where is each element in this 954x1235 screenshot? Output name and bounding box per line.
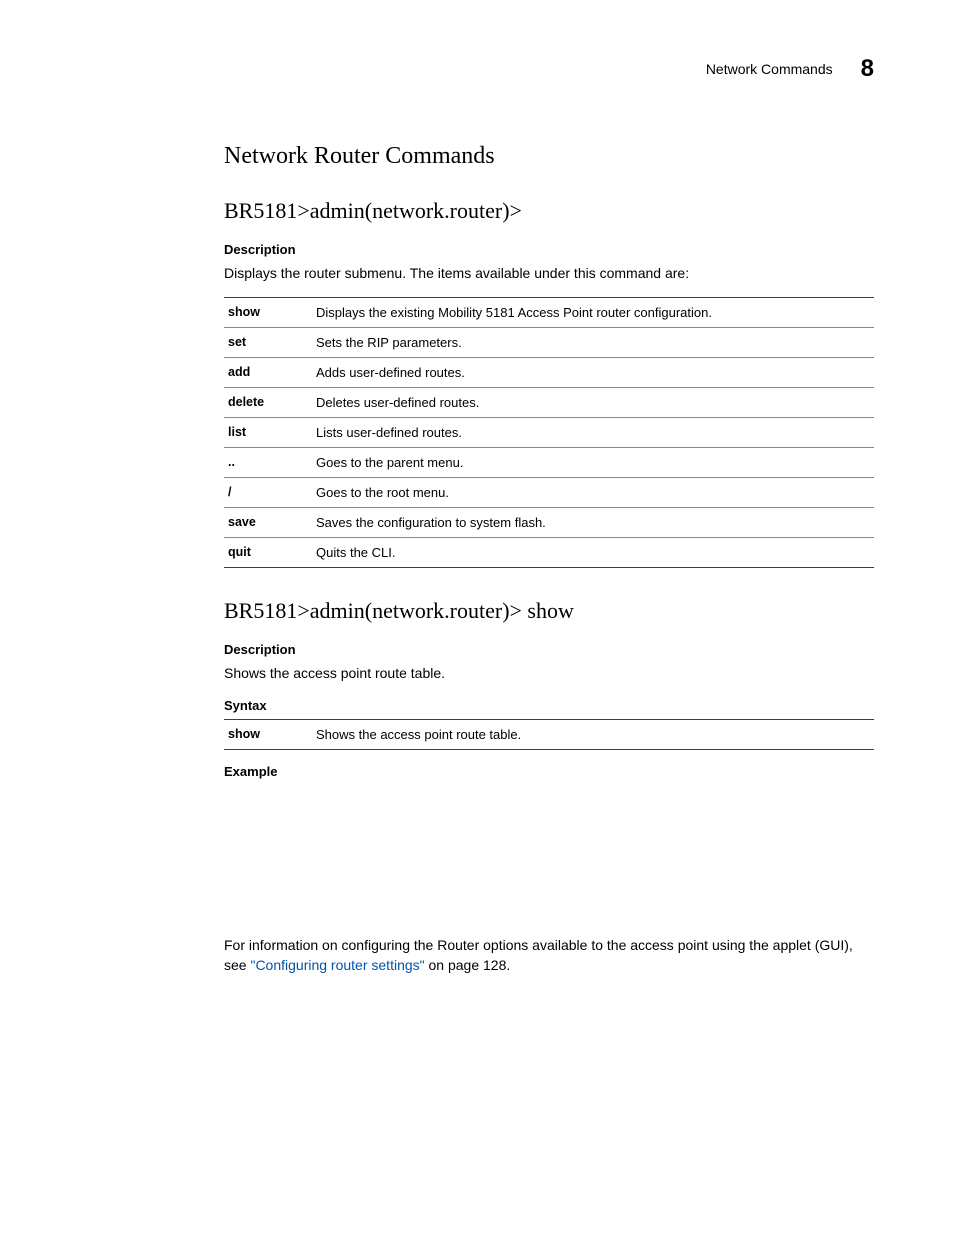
command-desc: Lists user-defined routes.	[312, 418, 874, 448]
command-desc: Goes to the root menu.	[312, 478, 874, 508]
command-desc: Quits the CLI.	[312, 538, 874, 568]
footer-note-suffix: on page 128.	[425, 957, 511, 973]
running-header: Network Commands 8	[224, 55, 874, 83]
command-desc: Sets the RIP parameters.	[312, 328, 874, 358]
table-row: show Displays the existing Mobility 5181…	[224, 298, 874, 328]
syntax-table: show Shows the access point route table.	[224, 719, 874, 750]
example-placeholder	[224, 785, 874, 935]
chapter-number: 8	[861, 55, 874, 83]
command-desc: Saves the configuration to system flash.	[312, 508, 874, 538]
running-header-title: Network Commands	[706, 61, 833, 77]
command-desc: Shows the access point route table.	[312, 719, 874, 749]
table-row: set Sets the RIP parameters.	[224, 328, 874, 358]
command-name: add	[224, 358, 312, 388]
command-desc: Goes to the parent menu.	[312, 448, 874, 478]
table-row: quit Quits the CLI.	[224, 538, 874, 568]
description-label: Description	[224, 242, 874, 257]
command-table: show Displays the existing Mobility 5181…	[224, 297, 874, 568]
table-row: / Goes to the root menu.	[224, 478, 874, 508]
table-row: delete Deletes user-defined routes.	[224, 388, 874, 418]
command-name: ..	[224, 448, 312, 478]
table-row: show Shows the access point route table.	[224, 719, 874, 749]
section-title: Network Router Commands	[224, 143, 874, 170]
syntax-label: Syntax	[224, 698, 874, 713]
command-heading: BR5181>admin(network.router)> show	[224, 598, 874, 624]
description-text: Shows the access point route table.	[224, 663, 874, 683]
command-name: show	[224, 719, 312, 749]
cross-reference-link[interactable]: "Configuring router settings"	[250, 957, 424, 973]
description-label: Description	[224, 642, 874, 657]
command-name: /	[224, 478, 312, 508]
example-label: Example	[224, 764, 874, 779]
command-name: quit	[224, 538, 312, 568]
command-name: delete	[224, 388, 312, 418]
command-heading: BR5181>admin(network.router)>	[224, 198, 874, 224]
command-name: set	[224, 328, 312, 358]
command-desc: Deletes user-defined routes.	[312, 388, 874, 418]
footer-note: For information on configuring the Route…	[224, 935, 874, 976]
table-row: list Lists user-defined routes.	[224, 418, 874, 448]
table-row: add Adds user-defined routes.	[224, 358, 874, 388]
command-name: list	[224, 418, 312, 448]
table-row: save Saves the configuration to system f…	[224, 508, 874, 538]
command-name: save	[224, 508, 312, 538]
command-name: show	[224, 298, 312, 328]
table-row: .. Goes to the parent menu.	[224, 448, 874, 478]
command-desc: Adds user-defined routes.	[312, 358, 874, 388]
command-desc: Displays the existing Mobility 5181 Acce…	[312, 298, 874, 328]
description-text: Displays the router submenu. The items a…	[224, 263, 874, 283]
page: Network Commands 8 Network Router Comman…	[0, 0, 954, 1235]
